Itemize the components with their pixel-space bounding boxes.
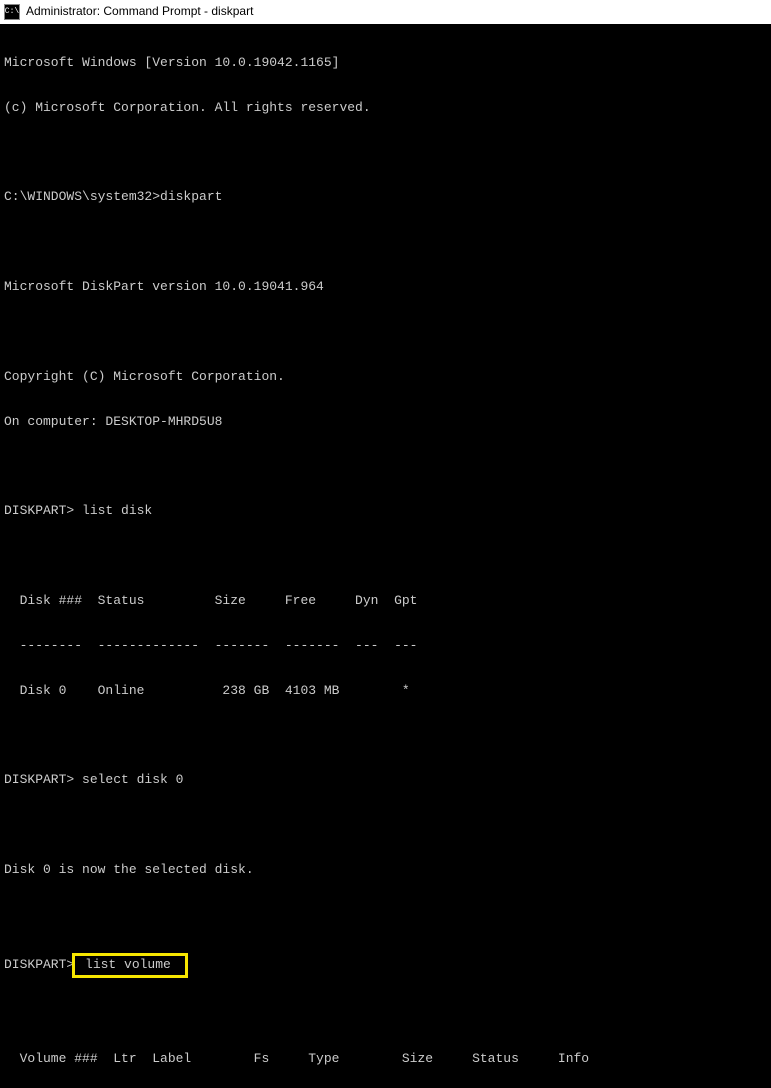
cmd-icon: C:\ <box>4 4 20 20</box>
line-ms-windows: Microsoft Windows [Version 10.0.19042.11… <box>4 56 767 71</box>
line-dp-prompt-list-volume: DISKPART> list volume <box>4 953 767 978</box>
line-dp-prompt-select-disk: DISKPART> select disk 0 <box>4 773 767 788</box>
volume-table-header: Volume ### Ltr Label Fs Type Size Status… <box>4 1052 767 1067</box>
line-selected-msg: Disk 0 is now the selected disk. <box>4 863 767 878</box>
disk-row-0: Disk 0 Online 238 GB 4103 MB * <box>4 684 767 699</box>
line-on-computer: On computer: DESKTOP-MHRD5U8 <box>4 415 767 430</box>
blank-line <box>4 818 767 833</box>
line-copyright1: (c) Microsoft Corporation. All rights re… <box>4 101 767 116</box>
blank-line <box>4 235 767 250</box>
blank-line <box>4 459 767 474</box>
window-titlebar[interactable]: C:\ Administrator: Command Prompt - disk… <box>0 0 771 24</box>
blank-line <box>4 728 767 743</box>
line-prompt1: C:\WINDOWS\system32>diskpart <box>4 190 767 205</box>
line-dp-prompt-list-disk: DISKPART> list disk <box>4 504 767 519</box>
terminal-output[interactable]: Microsoft Windows [Version 10.0.19042.11… <box>0 24 771 1088</box>
disk-table-header: Disk ### Status Size Free Dyn Gpt <box>4 594 767 609</box>
highlighted-command: list volume <box>72 953 187 978</box>
blank-line <box>4 325 767 340</box>
blank-line <box>4 549 767 564</box>
window-title: Administrator: Command Prompt - diskpart <box>26 5 253 19</box>
blank-line <box>4 908 767 923</box>
blank-line <box>4 146 767 161</box>
blank-line <box>4 1007 767 1022</box>
line-copyright2: Copyright (C) Microsoft Corporation. <box>4 370 767 385</box>
disk-table-divider: -------- ------------- ------- ------- -… <box>4 639 767 654</box>
diskpart-prompt-label: DISKPART> <box>4 957 74 972</box>
line-diskpart-version: Microsoft DiskPart version 10.0.19041.96… <box>4 280 767 295</box>
